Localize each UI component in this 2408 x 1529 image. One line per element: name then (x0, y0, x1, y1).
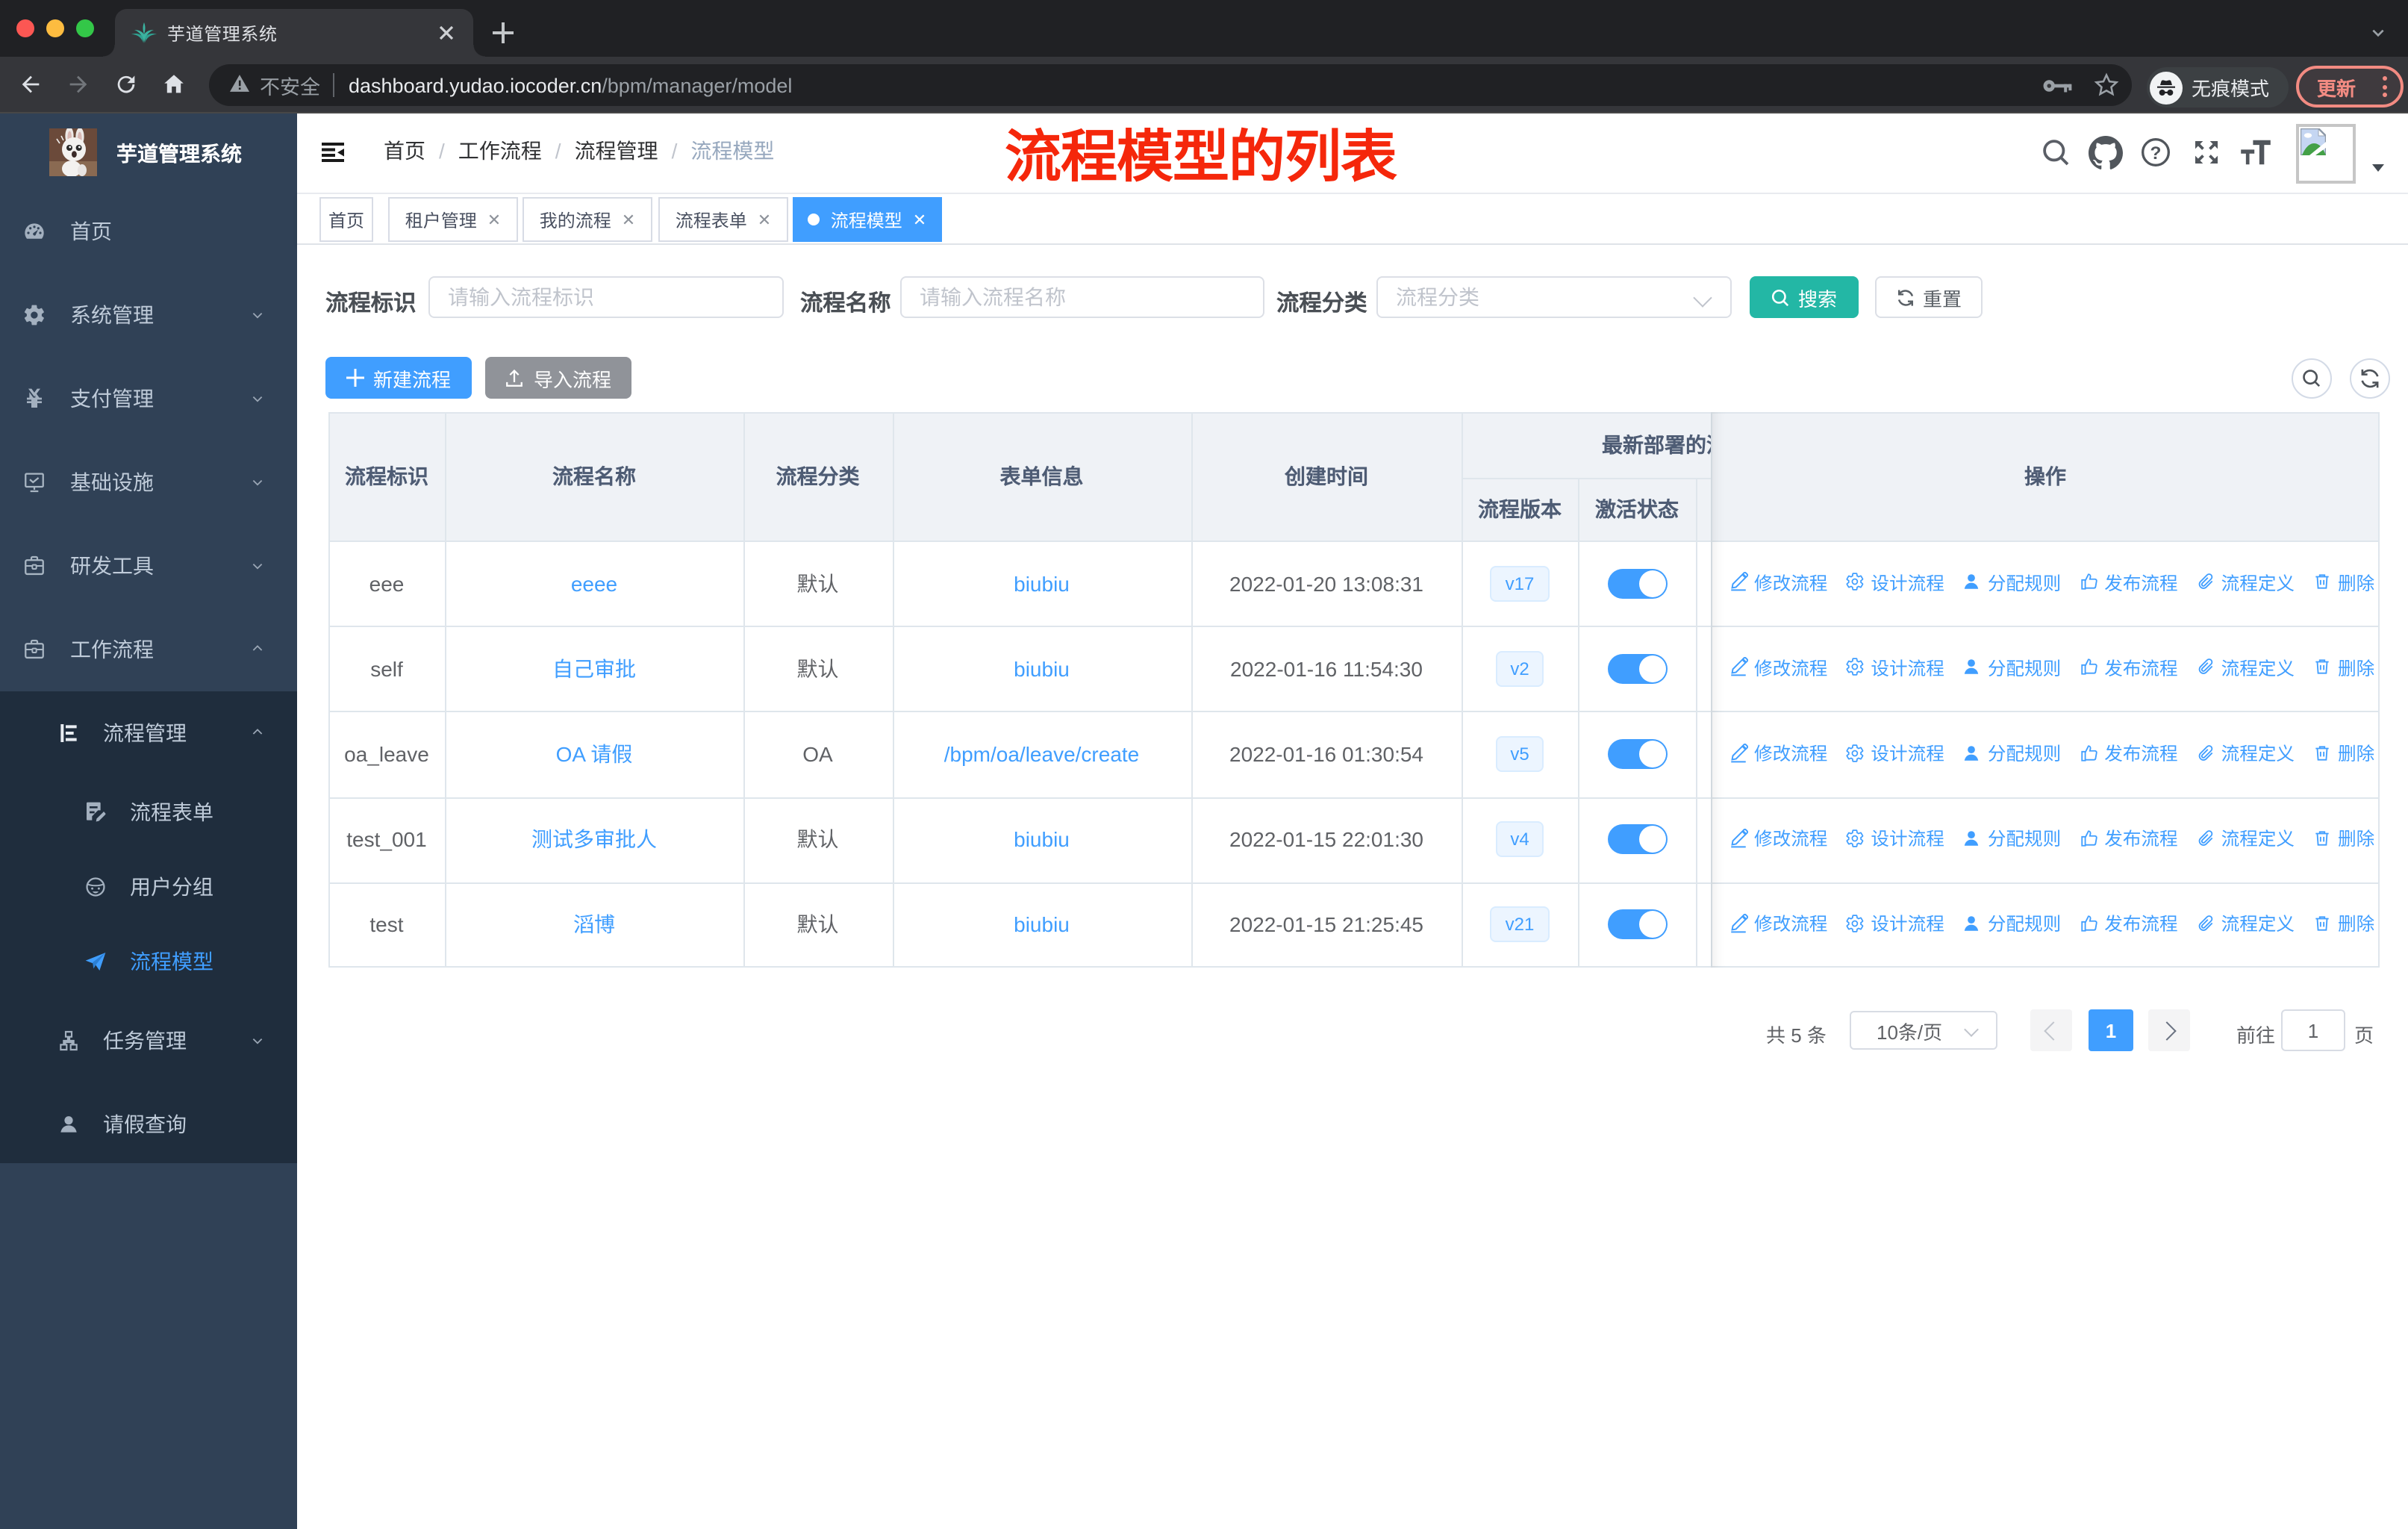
svg-text:?: ? (2150, 143, 2162, 164)
